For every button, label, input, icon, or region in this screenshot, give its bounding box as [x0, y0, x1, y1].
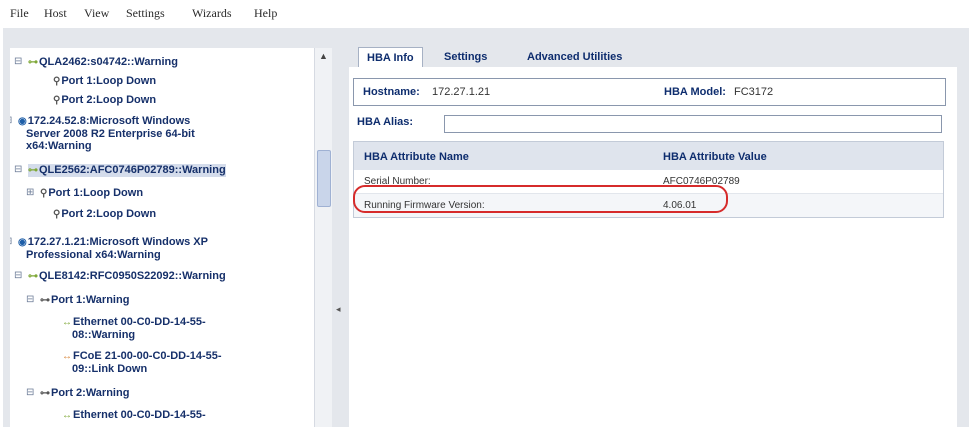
column-header-name[interactable]: HBA Attribute Name	[364, 151, 469, 163]
tree-item-label: Ethernet 00-C0-DD-14-55-	[73, 316, 206, 328]
collapse-arrow-icon[interactable]: ◂	[336, 304, 341, 315]
tree-item[interactable]: ⊟ ⊶Port 1:Warning	[26, 294, 130, 307]
tree-item-label: x64:Warning	[26, 140, 92, 152]
ethernet-icon: ↔	[62, 410, 72, 421]
host-tree: ⊟ ⊶QLA2462:s04742::Warning ⚲Port 1:Loop Do…	[10, 48, 332, 427]
tree-item[interactable]: ⊟ ◉172.27.1.21:Microsoft Windows XP	[10, 236, 208, 249]
tree-item-label: Server 2008 R2 Enterprise 64-bit	[26, 128, 195, 140]
collapse-icon[interactable]: ⊟	[26, 294, 34, 306]
tree-item[interactable]: 09::Link Down	[72, 363, 147, 375]
menu-help[interactable]: Help	[254, 6, 277, 21]
port-icon: ⚲	[40, 188, 48, 199]
expand-icon[interactable]: ⊞	[26, 187, 34, 199]
tree-item-label: 172.27.1.21:Microsoft Windows XP	[27, 236, 208, 248]
tab-advanced-utilities[interactable]: Advanced Utilities	[519, 47, 630, 67]
tree-item[interactable]: ⊟ ⊶Port 2:Warning	[26, 387, 130, 400]
tree-item-label: Port 1:Warning	[51, 294, 130, 306]
tree-item-label: Ethernet 00-C0-DD-14-55-	[73, 409, 206, 421]
collapse-icon[interactable]: ⊟	[14, 164, 22, 176]
tree-item[interactable]: Server 2008 R2 Enterprise 64-bit	[26, 128, 195, 140]
port-icon: ⚲	[53, 76, 61, 87]
menu-file[interactable]: File	[10, 6, 29, 21]
tree-item-label: Port 2:Warning	[51, 387, 130, 399]
tree-item[interactable]: ⚲Port 2:Loop Down	[53, 94, 156, 107]
menu-view[interactable]: View	[84, 6, 109, 21]
tree-item-label: QLE8142:RFC0950S22092::Warning	[39, 270, 226, 282]
table-header: HBA Attribute Name HBA Attribute Value	[354, 142, 943, 170]
host-info-box: Hostname: 172.27.1.21 HBA Model: FC3172	[353, 78, 946, 106]
tab-hba-info[interactable]: HBA Info	[358, 47, 423, 68]
hba-model-value: FC3172	[734, 86, 774, 98]
ethernet-icon: ↔	[62, 317, 72, 328]
tree-item[interactable]: ↔FCoE 21-00-00-C0-DD-14-55-	[62, 350, 222, 363]
tree-item-label: 09::Link Down	[72, 363, 148, 375]
tree-item[interactable]: ⚲Port 2:Loop Down	[53, 208, 156, 221]
hba-model-label: HBA Model:	[664, 86, 726, 98]
collapse-icon[interactable]: ⊟	[10, 236, 12, 248]
tree-item[interactable]: ⊞ ⚲Port 1:Loop Down	[26, 187, 144, 200]
tree-item[interactable]: 08::Warning	[72, 329, 135, 341]
tree-item[interactable]: ⊟ ⊶QLA2462:s04742::Warning	[14, 56, 178, 69]
firmware-highlight-callout	[353, 185, 728, 213]
tree-item-label: FCoE 21-00-00-C0-DD-14-55-	[73, 350, 222, 362]
hba-icon: ⊶	[28, 165, 38, 176]
panel-splitter[interactable]: ◂	[332, 48, 347, 427]
collapse-icon[interactable]: ⊟	[10, 115, 12, 127]
host-icon: ◉	[18, 237, 27, 248]
collapse-icon[interactable]: ⊟	[14, 56, 22, 68]
menu-settings[interactable]: Settings	[126, 6, 165, 21]
tree-item[interactable]: x64:Warning	[26, 140, 92, 152]
port-icon: ⚲	[53, 95, 61, 106]
hba-alias-label: HBA Alias:	[357, 116, 414, 128]
tree-item-label: QLE2562:AFC0746P02789::Warning	[39, 164, 226, 176]
tree-item[interactable]: ⚲Port 1:Loop Down	[53, 75, 156, 88]
tree-item-label: Port 2:Loop Down	[61, 94, 157, 106]
tree-item-label: Port 1:Loop Down	[48, 187, 144, 199]
scroll-thumb[interactable]	[317, 150, 331, 207]
hba-icon: ⊶	[28, 271, 38, 282]
tab-settings[interactable]: Settings	[436, 47, 495, 67]
tree-item-label: QLA2462:s04742::Warning	[39, 56, 178, 68]
tree-item-label: Professional x64:Warning	[26, 249, 161, 261]
menu-bar: File Host View Settings Wizards Help	[0, 0, 973, 26]
tree-item[interactable]: ↔Ethernet 00-C0-DD-14-55-	[62, 409, 206, 422]
tree-item[interactable]: ↔Ethernet 00-C0-DD-14-55-	[62, 316, 206, 329]
fcoe-icon: ↔	[62, 351, 72, 362]
hba-alias-input[interactable]	[444, 115, 942, 133]
menu-wizards[interactable]: Wizards	[192, 6, 232, 21]
scroll-up-icon[interactable]: ▲	[315, 48, 332, 64]
hostname-label: Hostname:	[363, 86, 420, 98]
tree-item[interactable]: ⊟ ⊶QLE2562:AFC0746P02789::Warning	[14, 164, 226, 177]
collapse-icon[interactable]: ⊟	[14, 270, 22, 282]
tree-item-label: Port 2:Loop Down	[61, 208, 157, 220]
collapse-icon[interactable]: ⊟	[26, 387, 34, 399]
tree-item-label: 08::Warning	[72, 329, 136, 341]
tree-item-label: Port 1:Loop Down	[61, 75, 157, 87]
tree-item[interactable]: Professional x64:Warning	[26, 249, 161, 261]
tree-item-label: 172.24.52.8:Microsoft Windows	[27, 115, 191, 127]
port-icon: ⊶	[40, 295, 50, 306]
column-header-value[interactable]: HBA Attribute Value	[663, 151, 767, 163]
tree-item[interactable]: ⊟ ⊶QLE8142:RFC0950S22092::Warning	[14, 270, 226, 283]
hba-icon: ⊶	[28, 57, 38, 68]
tree-scrollbar[interactable]: ▲	[314, 48, 332, 427]
menu-host[interactable]: Host	[44, 6, 67, 21]
hostname-value: 172.27.1.21	[432, 86, 491, 98]
host-icon: ◉	[18, 116, 27, 127]
port-icon: ⊶	[40, 388, 50, 399]
tree-item[interactable]: ⊟ ◉172.24.52.8:Microsoft Windows	[10, 115, 191, 128]
port-icon: ⚲	[53, 209, 61, 220]
